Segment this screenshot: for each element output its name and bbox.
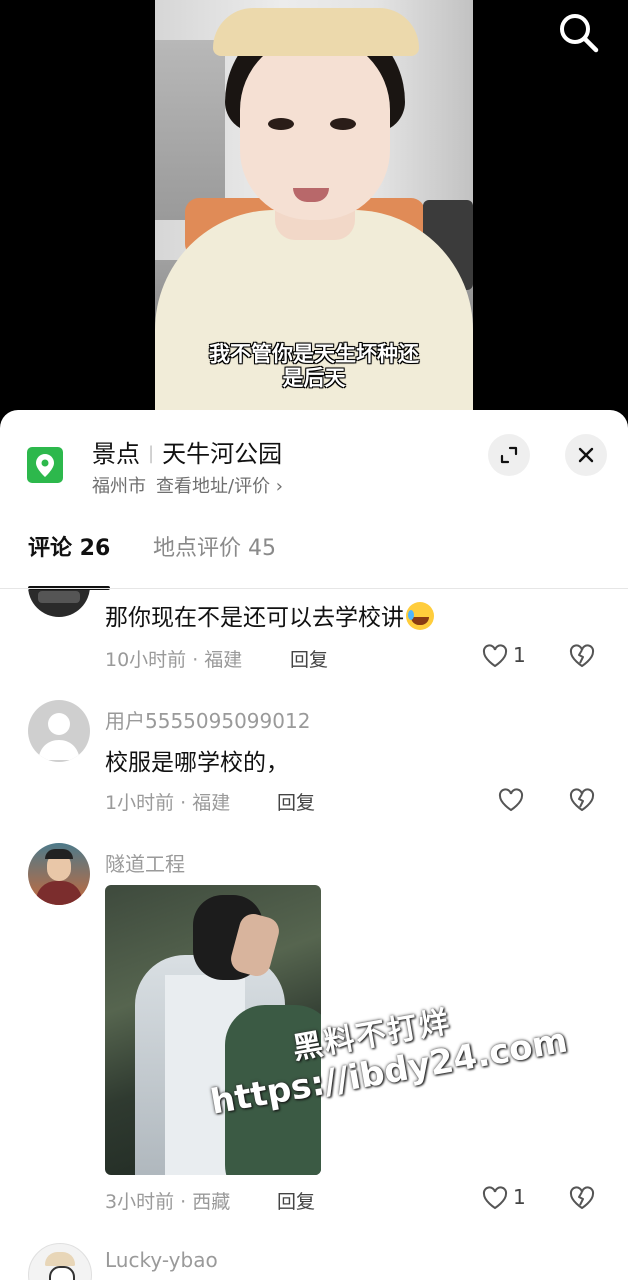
broken-heart-icon (569, 1186, 595, 1210)
comment-username[interactable]: 隧道工程 (105, 848, 185, 877)
heart-icon (498, 788, 524, 812)
avatar[interactable] (28, 590, 90, 617)
comment-meta: 1小时前 · 福建 (105, 792, 231, 814)
tab-comments[interactable]: 评论 26 (28, 530, 110, 562)
dislike-button[interactable] (568, 642, 596, 670)
close-icon (578, 447, 594, 463)
title-divider: | (148, 443, 155, 464)
like-button[interactable]: 1 (481, 1184, 541, 1214)
tab-bar: 评论 26 地点评价 45 (0, 520, 628, 590)
video-subtitle-line1: 我不管你是天生坏种还 (209, 342, 419, 366)
like-button[interactable] (497, 786, 529, 816)
default-avatar-icon (38, 713, 80, 760)
tab-place-reviews[interactable]: 地点评价 45 (153, 530, 276, 562)
location-city: 福州市 (92, 476, 146, 497)
avatar[interactable] (28, 1243, 92, 1280)
like-count: 1 (513, 643, 526, 667)
avatar[interactable] (28, 700, 90, 762)
location-name: 天牛河公园 (162, 440, 283, 468)
heart-icon (482, 644, 508, 668)
reply-button[interactable]: 回复 (277, 788, 315, 815)
video-player[interactable]: 我不管你是天生坏种还 是后天 (0, 0, 628, 440)
comment-text: 校服是哪学校的， (105, 750, 289, 776)
reply-button[interactable]: 回复 (277, 1187, 315, 1214)
comment-list[interactable]: 那你现在不是还可以去学校讲 10小时前 · 福建 回复 1 用户55550950… (0, 590, 628, 1280)
avatar[interactable] (28, 843, 90, 905)
map-pin-icon (27, 447, 63, 483)
search-icon[interactable] (556, 10, 602, 56)
comment-username[interactable]: Lucky-ybao (105, 1248, 218, 1272)
broken-heart-icon (569, 788, 595, 812)
dislike-button[interactable] (568, 786, 596, 814)
close-button[interactable] (565, 434, 607, 476)
comment-text: 那你现在不是还可以去学校讲 (105, 598, 434, 632)
rolling-laughing-emoji-icon (406, 602, 434, 630)
comment-meta: 10小时前 · 福建 (105, 649, 243, 671)
dislike-button[interactable] (568, 1184, 596, 1212)
divider (0, 588, 628, 589)
comment-username[interactable]: 用户5555095099012 (105, 705, 310, 734)
video-subtitle-line2: 是后天 (282, 366, 346, 390)
reply-button[interactable]: 回复 (290, 645, 328, 672)
heart-icon (482, 1186, 508, 1210)
location-subtitle: 福州市 查看地址/评价 › (92, 472, 283, 498)
expand-icon (500, 446, 518, 464)
comment-sheet: 景点 | 天牛河公园 福州市 查看地址/评价 › 评论 26 地点评价 45 那你现在… (0, 410, 628, 1280)
comment-meta: 3小时前 · 西藏 (105, 1191, 231, 1213)
view-address-link[interactable]: 查看地址/评价 › (156, 476, 283, 497)
location-title[interactable]: 景点 | 天牛河公园 (92, 434, 282, 469)
broken-heart-icon (569, 644, 595, 668)
location-category: 景点 (92, 440, 140, 468)
comment-text-body: 那你现在不是还可以去学校讲 (105, 605, 404, 631)
expand-button[interactable] (488, 434, 530, 476)
like-count: 1 (513, 1185, 526, 1209)
like-button[interactable]: 1 (481, 642, 541, 672)
